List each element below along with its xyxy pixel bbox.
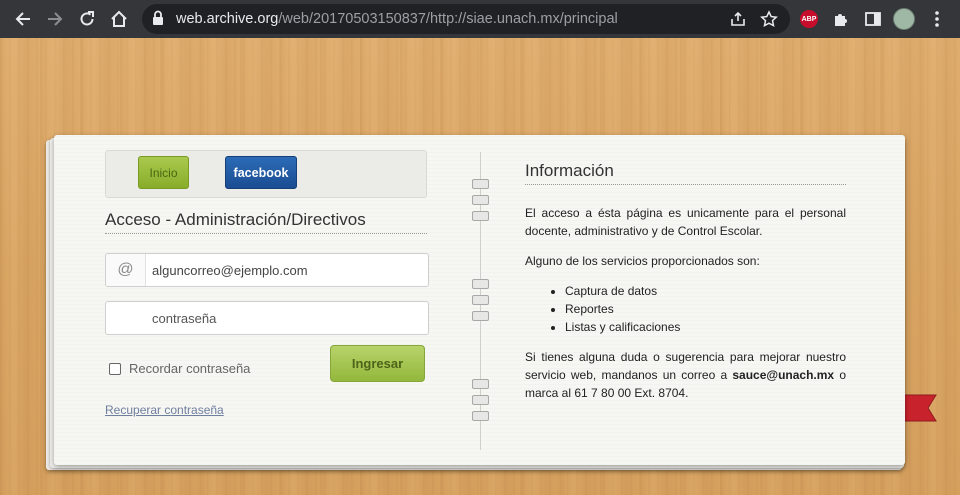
binding-ring	[472, 395, 489, 405]
email-value: alguncorreo@ejemplo.com	[152, 262, 308, 278]
address-bar[interactable]: web.archive.org/web/20170503150837/http:…	[142, 4, 790, 34]
binding-ring	[472, 279, 489, 289]
at-icon: @	[106, 254, 146, 286]
forward-icon[interactable]	[44, 8, 66, 30]
side-panel-icon[interactable]	[862, 8, 884, 30]
back-icon[interactable]	[12, 8, 34, 30]
url-host: web.archive.org	[176, 11, 279, 27]
remember-row: Recordar contraseña	[109, 361, 250, 376]
password-field[interactable]: contraseña	[105, 301, 429, 335]
recover-password-link[interactable]: Recuperar contraseña	[105, 403, 224, 417]
list-item: Reportes	[565, 300, 680, 318]
services-list: Captura de datos Reportes Listas y calif…	[551, 282, 680, 336]
facebook-button[interactable]: facebook	[225, 156, 297, 189]
list-item: Listas y calificaciones	[565, 318, 680, 336]
binding-ring	[472, 411, 489, 421]
email-field[interactable]: @ alguncorreo@ejemplo.com	[105, 253, 429, 287]
binding-ring	[472, 295, 489, 305]
profile-avatar[interactable]	[893, 8, 915, 30]
info-paragraph-services: Alguno de los servicios proporcionados s…	[525, 254, 760, 268]
contact-email: sauce@unach.mx	[732, 368, 835, 382]
adblock-plus-icon[interactable]: ABP	[798, 8, 820, 30]
password-value: contraseña	[152, 310, 217, 326]
info-paragraph-access: El acceso a ésta página es unicamente pa…	[525, 206, 846, 238]
url-path: /web/20170503150837/http://siae.unach.mx…	[278, 11, 618, 27]
remember-checkbox[interactable]	[109, 362, 121, 375]
login-title: Acceso - Administración/Directivos	[105, 210, 427, 234]
binding-ring	[472, 195, 489, 205]
ingresar-button[interactable]: Ingresar	[330, 345, 425, 382]
binding-ring	[472, 311, 489, 321]
info-paragraph-contact: Si tienes alguna duda o sugerencia para …	[525, 348, 846, 402]
adblock-plus-label: ABP	[800, 10, 818, 28]
binding-ring	[472, 379, 489, 389]
browser-toolbar: web.archive.org/web/20170503150837/http:…	[0, 0, 960, 38]
list-item: Captura de datos	[565, 282, 680, 300]
bookmark-star-icon[interactable]	[758, 8, 780, 30]
binding-ring	[472, 211, 489, 221]
extensions-puzzle-icon[interactable]	[830, 8, 852, 30]
home-icon[interactable]	[108, 8, 130, 30]
reload-icon[interactable]	[76, 8, 98, 30]
binding-ring	[472, 179, 489, 189]
inicio-button[interactable]: Inicio	[138, 156, 189, 189]
info-title: Información	[525, 161, 846, 185]
menu-kebab-icon[interactable]	[926, 8, 948, 30]
share-icon[interactable]	[727, 8, 749, 30]
remember-label: Recordar contraseña	[129, 361, 251, 376]
lock-icon[interactable]	[152, 10, 164, 31]
